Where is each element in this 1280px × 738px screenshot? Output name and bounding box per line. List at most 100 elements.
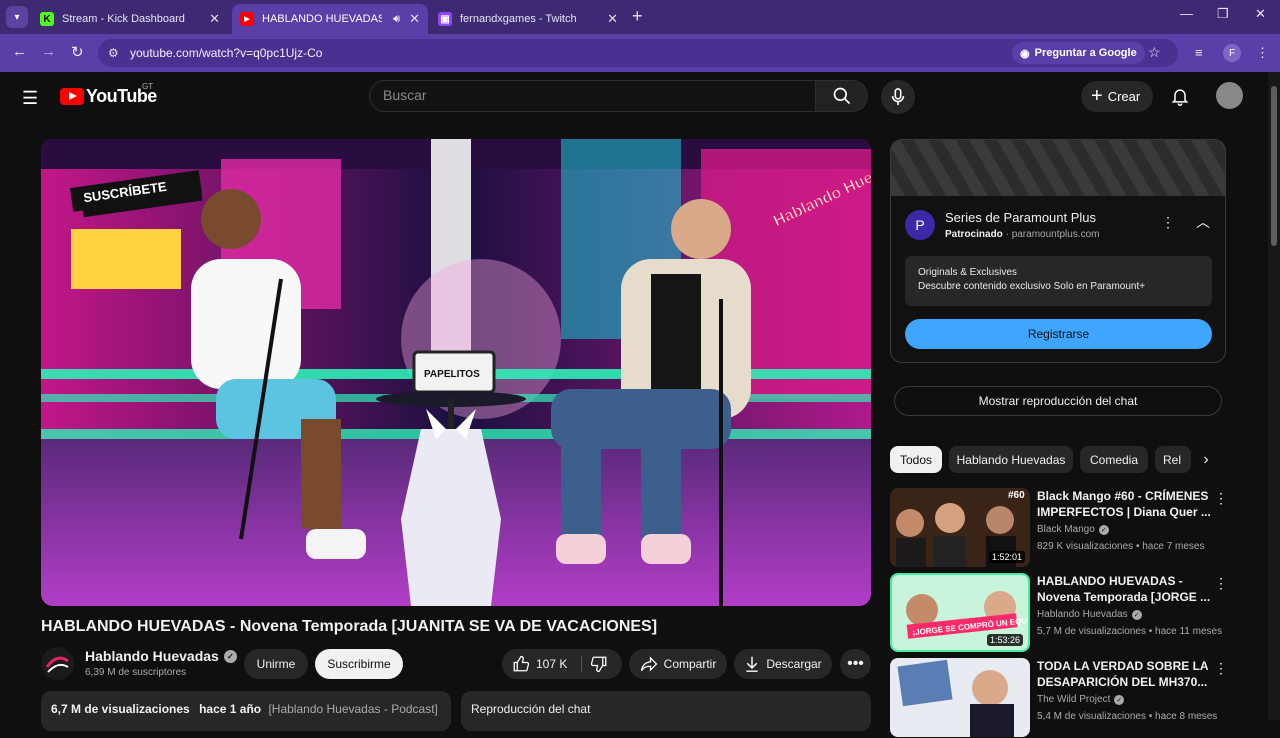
chat-replay-panel[interactable]: Reproducción del chat <box>461 691 871 731</box>
search-input[interactable] <box>370 81 815 109</box>
browser-menu-icon[interactable]: ⋮ <box>1256 45 1269 61</box>
site-info-icon[interactable]: ⚙ <box>108 46 119 60</box>
video-thumbnail[interactable]: ¡JORGE SE COMPRÓ UN EQUIPO DE FÚTBOL! 1:… <box>890 573 1030 652</box>
video-frame-image: SUSCRÍBETE Hablando Huevadas PAPELITOS <box>41 139 871 606</box>
ad-banner-image <box>891 140 1225 196</box>
twitch-icon: ▣ <box>438 12 452 26</box>
channel-name[interactable]: Black Mango ✓ <box>1037 524 1109 535</box>
channel-avatar[interactable] <box>41 647 74 680</box>
recommended-video[interactable]: TODA LA VERDAD SOBRE LA DESAPARICIÓN DEL… <box>890 658 1228 738</box>
like-button[interactable]: 107 K <box>512 655 567 673</box>
chip-related[interactable]: Rel <box>1155 446 1191 473</box>
share-button[interactable]: Compartir <box>629 649 727 679</box>
ask-google-button[interactable]: ◉ Preguntar a Google <box>1012 42 1145 64</box>
ad-sponsor-line: Patrocinado · paramountplus.com <box>945 229 1100 240</box>
maximize-icon[interactable]: ❐ <box>1217 6 1229 22</box>
ad-register-button[interactable]: Registrarse <box>905 319 1212 349</box>
minimize-icon[interactable]: — <box>1180 6 1193 21</box>
user-avatar[interactable] <box>1216 82 1243 109</box>
download-button[interactable]: Descargar <box>734 649 832 679</box>
chevron-right-icon[interactable]: › <box>1194 449 1218 471</box>
youtube-header: ☰ YouTube GT + Crear <box>0 72 1268 120</box>
hamburger-menu-icon[interactable]: ☰ <box>22 88 38 109</box>
ad-more-vertical-icon[interactable]: ⋮ <box>1161 214 1175 231</box>
video-title[interactable]: Black Mango #60 - CRÍMENES IMPERFECTOS |… <box>1037 488 1212 520</box>
recommended-video[interactable]: ¡JORGE SE COMPRÓ UN EQUIPO DE FÚTBOL! 1:… <box>890 573 1228 653</box>
channel-name[interactable]: Hablando Huevadas ✓ <box>85 648 237 664</box>
recommended-video[interactable]: #60 1:52:01 Black Mango #60 - CRÍMENES I… <box>890 488 1228 568</box>
video-thumbnail[interactable] <box>890 658 1030 737</box>
advertiser-logo: P <box>905 210 935 240</box>
bell-icon <box>1171 89 1189 106</box>
more-vertical-icon[interactable]: ⋮ <box>1214 660 1228 677</box>
close-icon[interactable]: ✕ <box>209 11 220 27</box>
video-meta: 829 K visualizaciones • hace 7 meses <box>1037 541 1205 552</box>
sponsored-ad-card[interactable]: P Series de Paramount Plus Patrocinado ·… <box>890 139 1226 363</box>
omnibox[interactable]: ⚙ youtube.com/watch?v=q0pc1Ujz-Co ◉ Preg… <box>98 39 1178 67</box>
google-lens-icon: ◉ <box>1020 47 1030 60</box>
share-icon <box>640 656 658 672</box>
channel-name[interactable]: The Wild Project ✓ <box>1037 694 1125 705</box>
verified-check-icon: ✓ <box>1131 609 1142 620</box>
back-icon[interactable]: ← <box>12 43 27 60</box>
tab-youtube[interactable]: ▶ HABLANDO HUEVADAS - N 🔊︎ ✕ <box>232 4 428 34</box>
plus-icon: + <box>1091 85 1103 107</box>
search-box <box>369 80 816 112</box>
like-dislike-group: 107 K <box>502 649 622 679</box>
more-vertical-icon[interactable]: ⋮ <box>1214 490 1228 507</box>
browser-profile-avatar[interactable]: F <box>1223 44 1241 62</box>
youtube-logo[interactable]: YouTube GT <box>60 82 157 107</box>
speaker-icon[interactable]: 🔊︎ <box>393 13 400 26</box>
region-code: GT <box>142 82 154 91</box>
show-chat-replay-button[interactable]: Mostrar reproducción del chat <box>894 386 1222 416</box>
thumbs-up-icon <box>513 655 530 672</box>
more-vertical-icon[interactable]: ⋮ <box>1214 575 1228 592</box>
browser-tabbar: ▾ K Stream - Kick Dashboard ✕ ▶ HABLANDO… <box>0 0 1280 34</box>
video-player[interactable]: SUSCRÍBETE Hablando Huevadas PAPELITOS <box>41 139 871 606</box>
ad-title[interactable]: Series de Paramount Plus <box>945 210 1096 225</box>
channel-name[interactable]: Hablando Huevadas ✓ <box>1037 609 1142 620</box>
reload-icon[interactable]: ↻ <box>71 43 84 61</box>
more-horizontal-icon: ••• <box>847 655 864 672</box>
chip-todos[interactable]: Todos <box>890 446 942 473</box>
subscribe-button[interactable]: Suscribirme <box>315 649 403 679</box>
description-box[interactable]: 6,7 M de visualizaciones hace 1 año [Hab… <box>41 691 451 731</box>
kick-icon: K <box>40 12 54 26</box>
video-thumbnail[interactable]: #60 1:52:01 <box>890 488 1030 567</box>
chip-hablando-huevadas[interactable]: Hablando Huevadas <box>949 446 1073 473</box>
voice-search-button[interactable] <box>881 80 915 114</box>
bookmark-star-icon[interactable]: ☆ <box>1148 44 1161 61</box>
notifications-button[interactable] <box>1170 86 1190 111</box>
search-button[interactable] <box>816 80 868 112</box>
ad-description-box[interactable]: Originals & Exclusives Descubre contenid… <box>905 256 1212 306</box>
new-tab-plus-icon[interactable]: + <box>632 6 643 27</box>
subscriber-count: 6,39 M de suscriptores <box>85 667 187 678</box>
tab-search-icon[interactable]: ▾ <box>6 6 28 28</box>
verified-check-icon: ✓ <box>1098 524 1109 535</box>
video-title[interactable]: TODA LA VERDAD SOBRE LA DESAPARICIÓN DEL… <box>1037 658 1212 690</box>
forward-icon[interactable]: → <box>41 43 56 60</box>
address-bar: ← → ↻ ⚙ youtube.com/watch?v=q0pc1Ujz-Co … <box>0 34 1280 72</box>
create-button[interactable]: + Crear <box>1081 81 1154 112</box>
thumbs-down-icon <box>590 656 607 673</box>
chip-comedia[interactable]: Comedia <box>1080 446 1148 473</box>
chevron-up-icon[interactable]: ︿ <box>1196 212 1210 232</box>
verified-check-icon: ✓ <box>1114 694 1125 705</box>
video-duration: 1:53:26 <box>986 634 1023 646</box>
video-meta: 5,7 M de visualizaciones • hace 11 meses <box>1037 626 1223 637</box>
scrollbar-thumb[interactable] <box>1271 86 1277 246</box>
url-text[interactable]: youtube.com/watch?v=q0pc1Ujz-Co <box>130 46 322 60</box>
close-icon[interactable]: ✕ <box>607 11 618 27</box>
window-close-icon[interactable]: ✕ <box>1255 6 1266 22</box>
join-button[interactable]: Unirme <box>244 649 308 679</box>
close-icon[interactable]: ✕ <box>409 11 420 27</box>
more-actions-button[interactable]: ••• <box>840 649 871 679</box>
media-control-icon[interactable]: ≡ <box>1195 45 1203 60</box>
page-scrollbar[interactable] <box>1268 72 1280 720</box>
tab-twitch[interactable]: ▣ fernandxgames - Twitch ✕ <box>430 4 626 34</box>
video-title[interactable]: HABLANDO HUEVADAS - Novena Temporada [JO… <box>1037 573 1212 605</box>
download-icon <box>746 656 758 672</box>
tab-kick[interactable]: K Stream - Kick Dashboard ✕ <box>32 4 228 34</box>
dislike-button[interactable] <box>590 655 608 676</box>
video-meta: 5,4 M de visualizaciones • hace 8 meses <box>1037 711 1218 722</box>
